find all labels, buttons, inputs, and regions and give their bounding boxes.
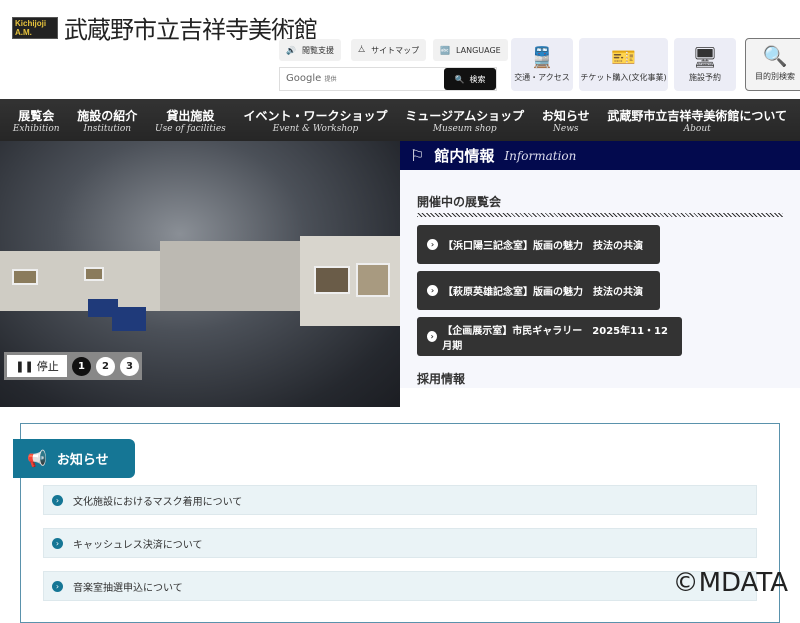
- nav-label: お知らせ: [541, 108, 590, 123]
- nav-label-en: About: [683, 123, 711, 134]
- megaphone-icon: 📢: [27, 449, 47, 468]
- info-header: ⚐ 館内情報 Information: [400, 141, 800, 170]
- logo-mark: Kichijoji A.M.: [12, 16, 58, 39]
- accessibility-button[interactable]: 🔊 閲覧支援: [279, 39, 341, 61]
- purpose-search-label: 目的別検索: [755, 72, 795, 81]
- chevron-right-icon: ›: [52, 494, 63, 506]
- language-icon: 🔤: [440, 45, 450, 55]
- pause-button[interactable]: ❚❚ 停止: [7, 355, 67, 377]
- nav-exhibition[interactable]: 展覧会 Exhibition: [13, 107, 60, 134]
- hero-slideshow: ❚❚ 停止 1 2 3: [0, 141, 400, 407]
- language-button[interactable]: 🔤 LANGUAGE: [433, 39, 508, 61]
- ticket-label: チケット購入(文化事業): [580, 73, 667, 82]
- search-box: Google 提供 🔍 検索: [279, 67, 497, 91]
- news-item[interactable]: › 文化施設におけるマスク着用について: [43, 485, 757, 515]
- nav-label-en: News: [553, 123, 579, 134]
- slide-dot-3[interactable]: 3: [120, 356, 139, 376]
- nav-label: 展覧会: [18, 108, 55, 123]
- nav-label: イベント・ワークショップ: [243, 108, 388, 123]
- nav-news[interactable]: お知らせ News: [542, 107, 590, 134]
- language-label: LANGUAGE: [455, 45, 501, 55]
- nav-label-en: Use of facilities: [154, 123, 226, 134]
- purpose-search-button[interactable]: 🔍 目的別検索: [745, 38, 800, 91]
- chevron-right-icon: ›: [52, 537, 63, 549]
- sitemap-label: サイトマップ: [371, 45, 420, 55]
- artwork: [12, 269, 38, 285]
- nav-label-en: Event & Workshop: [272, 123, 359, 134]
- nav-shop[interactable]: ミュージアムショップ Museum shop: [405, 107, 524, 134]
- slide-dot-1[interactable]: 1: [72, 356, 91, 376]
- nav-institution[interactable]: 施設の紹介 Institution: [77, 107, 137, 134]
- slide-dot-2[interactable]: 2: [96, 356, 115, 376]
- flag-icon: ⚐: [410, 146, 425, 165]
- bench: [112, 307, 146, 331]
- search-button-label: 検索: [469, 74, 486, 84]
- sitemap-button[interactable]: ⧊ サイトマップ: [351, 39, 427, 61]
- monitor-icon: 🖥: [692, 45, 718, 69]
- speaker-icon: 🔊: [286, 45, 296, 55]
- artwork: [84, 267, 104, 281]
- chevron-right-icon: ›: [427, 331, 438, 342]
- news-item[interactable]: › キャッシュレス決済について: [43, 528, 757, 558]
- gallery-wall: [160, 241, 300, 311]
- nav-about[interactable]: 武蔵野市立吉祥寺美術館について About: [607, 107, 787, 134]
- chevron-right-icon: ›: [427, 239, 438, 250]
- nav-label-en: Exhibition: [12, 123, 60, 134]
- exhibition-label: 【浜口陽三記念室】版画の魅力 技法の共演: [443, 241, 643, 252]
- info-panel: ⚐ 館内情報 Information 開催中の展覧会 › 【浜口陽三記念室】版画の…: [400, 141, 800, 388]
- access-button[interactable]: 🚆 交通・アクセス: [511, 38, 573, 91]
- artwork: [314, 266, 350, 294]
- train-icon: 🚆: [529, 45, 555, 69]
- accessibility-label: 閲覧支援: [301, 45, 334, 55]
- recruit-heading[interactable]: 採用情報: [417, 370, 465, 387]
- nav-label: 武蔵野市立吉祥寺美術館について: [607, 108, 788, 123]
- watermark: ©MDATA: [672, 568, 788, 598]
- pause-label: 停止: [36, 360, 59, 373]
- exhibition-link[interactable]: › 【萩原英雄記念室】版画の魅力 技法の共演: [417, 271, 660, 310]
- pause-icon: ❚❚: [15, 359, 34, 373]
- slider-controls: ❚❚ 停止 1 2 3: [4, 352, 142, 380]
- main-nav: 展覧会 Exhibition 施設の紹介 Institution 貸出施設 Use o…: [0, 99, 800, 141]
- chevron-right-icon: ›: [52, 580, 63, 592]
- news-item-label: キャッシュレス決済について: [73, 539, 203, 551]
- search-input[interactable]: Google 提供: [280, 68, 444, 90]
- nav-facilities[interactable]: 貸出施設 Use of facilities: [155, 107, 226, 134]
- ticket-button[interactable]: 🎫 チケット購入(文化事業): [579, 38, 668, 91]
- nav-label-en: Institution: [83, 123, 132, 134]
- current-exhibitions-heading: 開催中の展覧会: [417, 195, 502, 209]
- site-logo[interactable]: Kichijoji A.M. 武蔵野市立吉祥寺美術館: [12, 10, 318, 45]
- nav-label: 貸出施設: [166, 108, 215, 123]
- news-item[interactable]: › 音楽室抽選申込について: [43, 571, 757, 601]
- reservation-label: 施設予約: [689, 73, 721, 82]
- info-title-en: Information: [504, 148, 577, 163]
- news-heading: 📢 お知らせ: [13, 439, 135, 478]
- sitemap-icon: ⧊: [358, 45, 366, 54]
- exhibition-label: 【萩原英雄記念室】版画の魅力 技法の共演: [443, 287, 643, 298]
- search-icon: 🔍: [762, 44, 788, 68]
- news-title: お知らせ: [56, 453, 109, 468]
- facility-reservation-button[interactable]: 🖥 施設予約: [674, 38, 736, 91]
- access-label: 交通・アクセス: [514, 73, 570, 82]
- exhibition-link[interactable]: › 【浜口陽三記念室】版画の魅力 技法の共演: [417, 225, 660, 264]
- nav-label: ミュージアムショップ: [405, 108, 525, 123]
- artwork: [356, 263, 390, 297]
- info-title: 館内情報: [434, 147, 495, 165]
- nav-label-en: Museum shop: [432, 123, 497, 134]
- search-icon: 🔍: [454, 74, 465, 84]
- chevron-right-icon: ›: [427, 285, 438, 296]
- ticket-icon: 🎫: [611, 45, 636, 69]
- search-button[interactable]: 🔍 検索: [444, 68, 496, 90]
- google-label: Google: [286, 73, 322, 84]
- exhibition-label: 【企画展示室】市民ギャラリー 2025年11・12月期: [442, 325, 668, 352]
- provided-label: 提供: [324, 76, 337, 83]
- exhibition-link[interactable]: › 【企画展示室】市民ギャラリー 2025年11・12月期: [417, 317, 682, 356]
- nav-label: 施設の紹介: [77, 108, 138, 123]
- divider: [417, 213, 783, 217]
- nav-events[interactable]: イベント・ワークショップ Event & Workshop: [244, 107, 388, 134]
- news-item-label: 音楽室抽選申込について: [73, 582, 183, 594]
- news-item-label: 文化施設におけるマスク着用について: [73, 496, 243, 508]
